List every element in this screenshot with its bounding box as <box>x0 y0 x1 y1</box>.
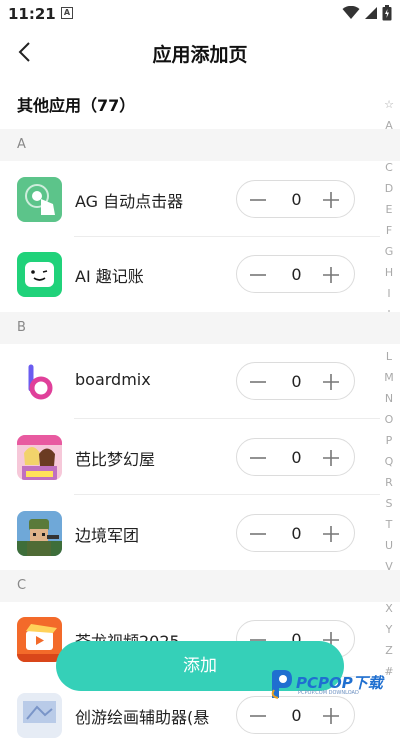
app-name: 边境军团 <box>75 526 140 545</box>
group-header-c: C <box>0 570 400 602</box>
index-item[interactable]: M <box>384 367 394 388</box>
app-name: 创游绘画辅助器(悬 <box>75 708 210 727</box>
minus-button[interactable] <box>243 701 273 731</box>
index-item[interactable]: T <box>386 514 393 535</box>
plus-button[interactable] <box>316 701 346 731</box>
barbie-game-icon <box>17 435 62 480</box>
app-name: AG 自动点击器 <box>75 192 184 211</box>
quantity-value: 0 <box>291 448 302 467</box>
index-item[interactable]: R <box>385 472 393 493</box>
quantity-value: 0 <box>291 190 302 209</box>
minus-icon <box>250 199 266 201</box>
list-item: boardmix 0 <box>0 343 380 419</box>
list-item: 芭比梦幻屋 0 <box>0 419 380 495</box>
plus-button[interactable] <box>316 519 346 549</box>
minus-icon <box>250 381 266 383</box>
plus-button[interactable] <box>316 443 346 473</box>
video-clapper-icon <box>17 617 62 662</box>
list-item: AG 自动点击器 0 <box>0 161 380 237</box>
minus-button[interactable] <box>243 443 273 473</box>
quantity-stepper: 0 <box>236 180 355 218</box>
quantity-stepper: 0 <box>236 514 355 552</box>
index-item[interactable]: H <box>385 262 393 283</box>
index-item[interactable]: E <box>386 199 393 220</box>
wifi-icon <box>342 6 360 19</box>
group-header-b: B <box>0 312 400 344</box>
status-time: 11:21 <box>8 5 56 23</box>
index-item[interactable]: P <box>386 430 393 451</box>
index-item[interactable]: G <box>385 241 394 262</box>
watermark-logo: PCPOP下载 PCPOP.COM DOWNLOAD <box>268 666 398 704</box>
index-item[interactable]: U <box>385 535 393 556</box>
index-item[interactable]: I <box>387 283 390 304</box>
index-item[interactable]: Q <box>385 451 394 472</box>
index-item[interactable]: N <box>385 388 393 409</box>
plus-button[interactable] <box>316 260 346 290</box>
app-name: 芭比梦幻屋 <box>75 450 156 469</box>
status-a-badge: A <box>61 7 73 19</box>
plus-icon <box>323 708 339 724</box>
minus-button[interactable] <box>243 367 273 397</box>
index-item[interactable]: S <box>386 493 393 514</box>
tap-hand-icon <box>17 177 62 222</box>
minus-icon <box>250 457 266 459</box>
quantity-value: 0 <box>291 706 302 725</box>
watermark-sub: PCPOP.COM DOWNLOAD <box>298 690 359 696</box>
plus-icon <box>323 192 339 208</box>
list-item: AI 趣记账 0 <box>0 236 380 312</box>
page-title: 应用添加页 <box>152 44 248 66</box>
boardmix-logo-icon <box>17 359 62 404</box>
group-letter: C <box>17 578 27 593</box>
index-item[interactable]: Y <box>386 619 393 640</box>
soldier-game-icon <box>17 511 62 556</box>
quantity-value: 0 <box>291 524 302 543</box>
group-letter: A <box>17 137 26 152</box>
group-letter: B <box>17 320 26 335</box>
status-bar: 11:21 A <box>0 0 400 28</box>
index-item[interactable]: ☆ <box>384 94 394 115</box>
quantity-stepper: 0 <box>236 362 355 400</box>
top-bar: 应用添加页 <box>0 28 400 76</box>
quantity-stepper: 0 <box>236 255 355 293</box>
index-item[interactable]: D <box>385 178 393 199</box>
minus-icon <box>250 274 266 276</box>
pcpop-logo-icon <box>271 670 292 699</box>
quantity-value: 0 <box>291 372 302 391</box>
app-name: boardmix <box>75 370 151 389</box>
battery-icon <box>382 5 392 21</box>
minus-icon <box>250 533 266 535</box>
plus-icon <box>323 374 339 390</box>
minus-button[interactable] <box>243 519 273 549</box>
plus-icon <box>323 267 339 283</box>
minus-icon <box>250 715 266 717</box>
index-item[interactable]: Z <box>385 640 393 661</box>
quantity-stepper: 0 <box>236 438 355 476</box>
minus-button[interactable] <box>243 185 273 215</box>
plus-button[interactable] <box>316 185 346 215</box>
group-header-a: A <box>0 129 400 161</box>
section-title: 其他应用（77） <box>17 96 136 115</box>
signal-icon <box>365 7 377 19</box>
status-icons <box>342 5 392 21</box>
app-name: AI 趣记账 <box>75 267 144 286</box>
index-item[interactable]: L <box>386 346 392 367</box>
drawing-helper-icon <box>17 693 62 738</box>
smile-face-icon <box>17 252 62 297</box>
plus-icon <box>323 450 339 466</box>
minus-button[interactable] <box>243 260 273 290</box>
plus-button[interactable] <box>316 367 346 397</box>
quantity-value: 0 <box>291 265 302 284</box>
index-item[interactable]: O <box>385 409 394 430</box>
index-item[interactable]: F <box>386 220 392 241</box>
list-item: 边境军团 0 <box>0 495 380 571</box>
plus-icon <box>323 526 339 542</box>
